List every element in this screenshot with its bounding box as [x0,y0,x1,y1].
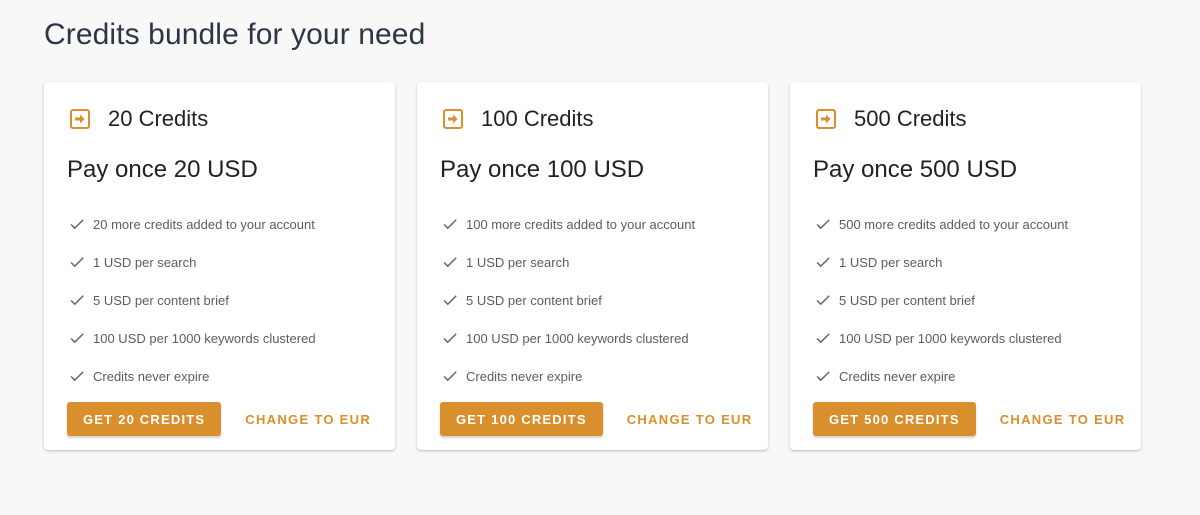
feature-text: 1 USD per search [466,254,570,270]
check-icon [68,215,86,233]
credit-bundles: 20 Credits Pay once 20 USD 20 more credi… [44,82,1141,450]
arrow-right-box-icon [68,107,92,131]
feature-text: 500 more credits added to your account [839,216,1069,232]
feature-item: 1 USD per search [441,243,695,281]
check-icon [68,367,86,385]
feature-item: 5 USD per content brief [68,281,316,319]
feature-item: 100 USD per 1000 keywords clustered [441,319,695,357]
feature-text: 100 USD per 1000 keywords clustered [93,330,316,346]
feature-text: Credits never expire [839,368,956,384]
feature-item: 5 USD per content brief [814,281,1068,319]
change-to-eur-button[interactable]: CHANGE TO EUR [627,402,753,436]
card-header: 20 Credits [68,106,208,132]
get-100-credits-button[interactable]: GET 100 CREDITS [440,402,603,436]
check-icon [68,253,86,271]
card-title: 500 Credits [854,106,967,131]
feature-text: Credits never expire [466,368,583,384]
feature-item: 100 USD per 1000 keywords clustered [814,319,1068,357]
feature-text: 100 USD per 1000 keywords clustered [839,330,1062,346]
check-icon [814,253,832,271]
check-icon [814,329,832,347]
feature-item: Credits never expire [68,357,316,395]
card-price: Pay once 500 USD [813,156,1018,183]
card-title: 20 Credits [108,106,209,131]
change-to-eur-button[interactable]: CHANGE TO EUR [245,402,371,436]
check-icon [441,291,459,309]
card-actions: GET 500 CREDITS CHANGE TO EUR [813,402,1125,436]
get-20-credits-button[interactable]: GET 20 CREDITS [67,402,222,436]
feature-text: 100 more credits added to your account [466,216,696,232]
card-actions: GET 100 CREDITS CHANGE TO EUR [440,402,752,436]
feature-item: 1 USD per search [68,243,316,281]
card-title: 100 Credits [481,106,594,131]
feature-text: 1 USD per search [93,254,197,270]
check-icon [441,215,459,233]
check-icon [441,367,459,385]
feature-text: 5 USD per content brief [839,292,975,308]
feature-text: 20 more credits added to your account [93,216,315,232]
feature-list: 500 more credits added to your account 1… [814,205,1068,395]
check-icon [814,367,832,385]
feature-item: 500 more credits added to your account [814,205,1068,243]
check-icon [68,329,86,347]
card-header: 100 Credits [441,106,594,132]
feature-item: Credits never expire [441,357,695,395]
card-price: Pay once 100 USD [440,156,645,183]
feature-item: 100 USD per 1000 keywords clustered [68,319,316,357]
change-to-eur-button[interactable]: CHANGE TO EUR [1000,402,1126,436]
feature-item: 100 more credits added to your account [441,205,695,243]
feature-list: 100 more credits added to your account 1… [441,205,695,395]
check-icon [441,329,459,347]
card-actions: GET 20 CREDITS CHANGE TO EUR [67,402,371,436]
bundle-card-100: 100 Credits Pay once 100 USD 100 more cr… [417,82,768,450]
card-header: 500 Credits [814,106,967,132]
bundle-card-500: 500 Credits Pay once 500 USD 500 more cr… [790,82,1141,450]
get-500-credits-button[interactable]: GET 500 CREDITS [813,402,976,436]
feature-list: 20 more credits added to your account 1 … [68,205,316,395]
feature-text: 5 USD per content brief [466,292,602,308]
arrow-right-box-icon [441,107,465,131]
arrow-right-box-icon [814,107,838,131]
feature-text: 1 USD per search [839,254,943,270]
check-icon [68,291,86,309]
check-icon [814,215,832,233]
feature-text: 100 USD per 1000 keywords clustered [466,330,689,346]
feature-item: 1 USD per search [814,243,1068,281]
check-icon [441,253,459,271]
card-price: Pay once 20 USD [67,156,258,183]
feature-item: 5 USD per content brief [441,281,695,319]
feature-text: 5 USD per content brief [93,292,229,308]
feature-item: Credits never expire [814,357,1068,395]
check-icon [814,291,832,309]
bundle-card-20: 20 Credits Pay once 20 USD 20 more credi… [44,82,395,450]
page-title: Credits bundle for your need [44,18,426,51]
feature-text: Credits never expire [93,368,210,384]
feature-item: 20 more credits added to your account [68,205,316,243]
